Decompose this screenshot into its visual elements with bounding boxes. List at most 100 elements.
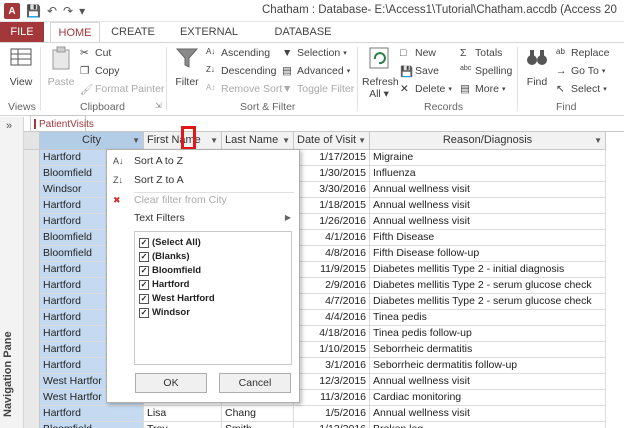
table-row[interactable]: BloomfieldTroySmith1/13/2016Broken leg bbox=[24, 422, 624, 428]
record-selector[interactable] bbox=[24, 294, 40, 310]
cell-reason[interactable]: Seborrheic dermatitis bbox=[370, 342, 606, 358]
column-header-last-name[interactable]: Last Name ▼ bbox=[222, 132, 294, 150]
cell-reason[interactable]: Fifth Disease follow-up bbox=[370, 246, 606, 262]
paste-button[interactable]: Paste bbox=[46, 45, 76, 88]
sort-a-to-z-item[interactable]: A↓ Sort A to Z bbox=[107, 152, 299, 170]
toggle-filter-button[interactable]: ▼ Toggle Filter bbox=[282, 83, 354, 95]
table-row[interactable]: Hartford Lisa Chang 1/5/2016 Annual wellness… bbox=[24, 406, 624, 422]
cell-reason[interactable]: Tinea pedis bbox=[370, 310, 606, 326]
cell-reason[interactable]: Influenza bbox=[370, 166, 606, 182]
filter-checkbox-item[interactable]: ✓ West Hartford bbox=[139, 292, 215, 306]
cell-reason[interactable]: Diabetes mellitis Type 2 - serum glucose… bbox=[370, 278, 606, 294]
tab-file[interactable]: FILE bbox=[0, 22, 44, 42]
record-selector[interactable] bbox=[24, 406, 40, 422]
filter-checkbox-item[interactable]: ✓ Hartford bbox=[139, 278, 189, 292]
cell-city[interactable]: Bloomfield bbox=[40, 422, 144, 428]
cell-last[interactable]: Smith bbox=[222, 422, 294, 428]
save-icon[interactable]: 💾 bbox=[26, 4, 41, 18]
cell-first[interactable]: Lisa bbox=[144, 406, 222, 422]
cell-reason[interactable]: Seborrheic dermatitis follow-up bbox=[370, 358, 606, 374]
totals-button[interactable]: Σ Totals bbox=[460, 47, 502, 59]
ok-button[interactable]: OK bbox=[135, 373, 207, 393]
record-selector[interactable] bbox=[24, 422, 40, 428]
cell-reason[interactable]: Annual wellness visit bbox=[370, 198, 606, 214]
filter-checkbox-item[interactable]: ✓ Bloomfield bbox=[139, 264, 201, 278]
cell-date[interactable]: 4/8/2016 bbox=[294, 246, 370, 262]
filter-checkbox-item[interactable]: ✓ Windsor bbox=[139, 306, 190, 320]
cell-reason[interactable]: Annual wellness visit bbox=[370, 182, 606, 198]
record-selector[interactable] bbox=[24, 358, 40, 374]
cell-reason[interactable]: Annual wellness visit bbox=[370, 214, 606, 230]
cell-last[interactable]: Chang bbox=[222, 406, 294, 422]
cell-date[interactable]: 1/17/2015 bbox=[294, 150, 370, 166]
expand-nav-pane-icon[interactable]: » bbox=[6, 120, 12, 132]
filter-checkbox-item[interactable]: ✓ (Blanks) bbox=[139, 250, 189, 264]
refresh-all-button[interactable]: Refresh All ▾ bbox=[362, 45, 399, 100]
cell-date[interactable]: 2/9/2016 bbox=[294, 278, 370, 294]
filter-checkbox-item[interactable]: ✓ (Select All) bbox=[139, 236, 201, 250]
record-selector[interactable] bbox=[24, 198, 40, 214]
record-selector[interactable] bbox=[24, 390, 40, 406]
find-button[interactable]: Find bbox=[522, 45, 552, 88]
cell-reason[interactable]: Cardiac monitoring bbox=[370, 390, 606, 406]
cell-date[interactable]: 4/4/2016 bbox=[294, 310, 370, 326]
cell-first[interactable]: Troy bbox=[144, 422, 222, 428]
navigation-pane[interactable]: » Navigation Pane bbox=[0, 117, 24, 428]
replace-button[interactable]: ab Replace bbox=[556, 47, 610, 59]
column-header-city[interactable]: City ▼ bbox=[40, 132, 144, 150]
record-selector[interactable] bbox=[24, 374, 40, 390]
cell-date[interactable]: 4/7/2016 bbox=[294, 294, 370, 310]
cell-date[interactable]: 3/1/2016 bbox=[294, 358, 370, 374]
view-button[interactable]: View bbox=[6, 45, 36, 88]
record-selector[interactable] bbox=[24, 182, 40, 198]
cell-date[interactable]: 4/18/2016 bbox=[294, 326, 370, 342]
ascending-button[interactable]: A↓ Ascending bbox=[206, 47, 270, 59]
cell-reason[interactable]: Annual wellness visit bbox=[370, 374, 606, 390]
clipboard-launcher-icon[interactable]: ⇲ bbox=[155, 101, 162, 110]
text-filters-item[interactable]: Text Filters ▶ bbox=[107, 209, 299, 227]
record-selector[interactable] bbox=[24, 230, 40, 246]
remove-sort-button[interactable]: A↕ Remove Sort bbox=[206, 83, 282, 95]
new-record-button[interactable]: □ New bbox=[400, 47, 436, 59]
checkbox-checked-icon[interactable]: ✓ bbox=[139, 266, 149, 276]
format-painter-button[interactable]: 🖌 Format Painter bbox=[80, 83, 164, 96]
cell-date[interactable]: 1/13/2016 bbox=[294, 422, 370, 428]
spelling-button[interactable]: abc Spelling bbox=[460, 65, 512, 77]
column-header-reason[interactable]: Reason/Diagnosis ▼ bbox=[370, 132, 606, 150]
record-selector[interactable] bbox=[24, 326, 40, 342]
record-selector[interactable] bbox=[24, 150, 40, 166]
cell-reason[interactable]: Annual wellness visit bbox=[370, 406, 606, 422]
record-selector[interactable] bbox=[24, 310, 40, 326]
cell-date[interactable]: 12/3/2015 bbox=[294, 374, 370, 390]
checkbox-checked-icon[interactable]: ✓ bbox=[139, 252, 149, 262]
cut-button[interactable]: ✂ Cut bbox=[80, 47, 111, 59]
cell-date[interactable]: 1/26/2016 bbox=[294, 214, 370, 230]
checkbox-checked-icon[interactable]: ✓ bbox=[139, 294, 149, 304]
cell-date[interactable]: 1/30/2015 bbox=[294, 166, 370, 182]
customize-qat-icon[interactable]: ▾ bbox=[79, 4, 85, 18]
delete-button[interactable]: ✕ Delete ▾ bbox=[400, 83, 452, 95]
cell-reason[interactable]: Diabetes mellitis Type 2 - serum glucose… bbox=[370, 294, 606, 310]
select-all-corner[interactable] bbox=[24, 132, 40, 150]
more-button[interactable]: ▤ More ▾ bbox=[460, 83, 505, 95]
cell-date[interactable]: 1/10/2015 bbox=[294, 342, 370, 358]
record-selector[interactable] bbox=[24, 246, 40, 262]
cell-date[interactable]: 1/5/2016 bbox=[294, 406, 370, 422]
advanced-button[interactable]: ▤ Advanced ▾ bbox=[282, 65, 350, 77]
column-header-date-of-visit[interactable]: Date of Visit ▼ bbox=[294, 132, 370, 150]
record-selector[interactable] bbox=[24, 166, 40, 182]
select-button[interactable]: ↖ Select ▾ bbox=[556, 83, 607, 95]
redo-icon[interactable]: ↷ bbox=[63, 4, 73, 18]
checkbox-checked-icon[interactable]: ✓ bbox=[139, 238, 149, 248]
checkbox-checked-icon[interactable]: ✓ bbox=[139, 308, 149, 318]
cell-date[interactable]: 4/1/2016 bbox=[294, 230, 370, 246]
sort-z-to-a-item[interactable]: Z↓ Sort Z to A bbox=[107, 171, 299, 189]
record-selector[interactable] bbox=[24, 342, 40, 358]
cancel-button[interactable]: Cancel bbox=[219, 373, 291, 393]
clear-filter-item[interactable]: ✖ Clear filter from City bbox=[107, 191, 299, 209]
cell-date[interactable]: 1/18/2015 bbox=[294, 198, 370, 214]
chevron-down-icon[interactable]: ▼ bbox=[594, 132, 602, 149]
record-selector[interactable] bbox=[24, 262, 40, 278]
chevron-down-icon[interactable]: ▼ bbox=[358, 132, 366, 149]
cell-city[interactable]: Hartford bbox=[40, 406, 144, 422]
